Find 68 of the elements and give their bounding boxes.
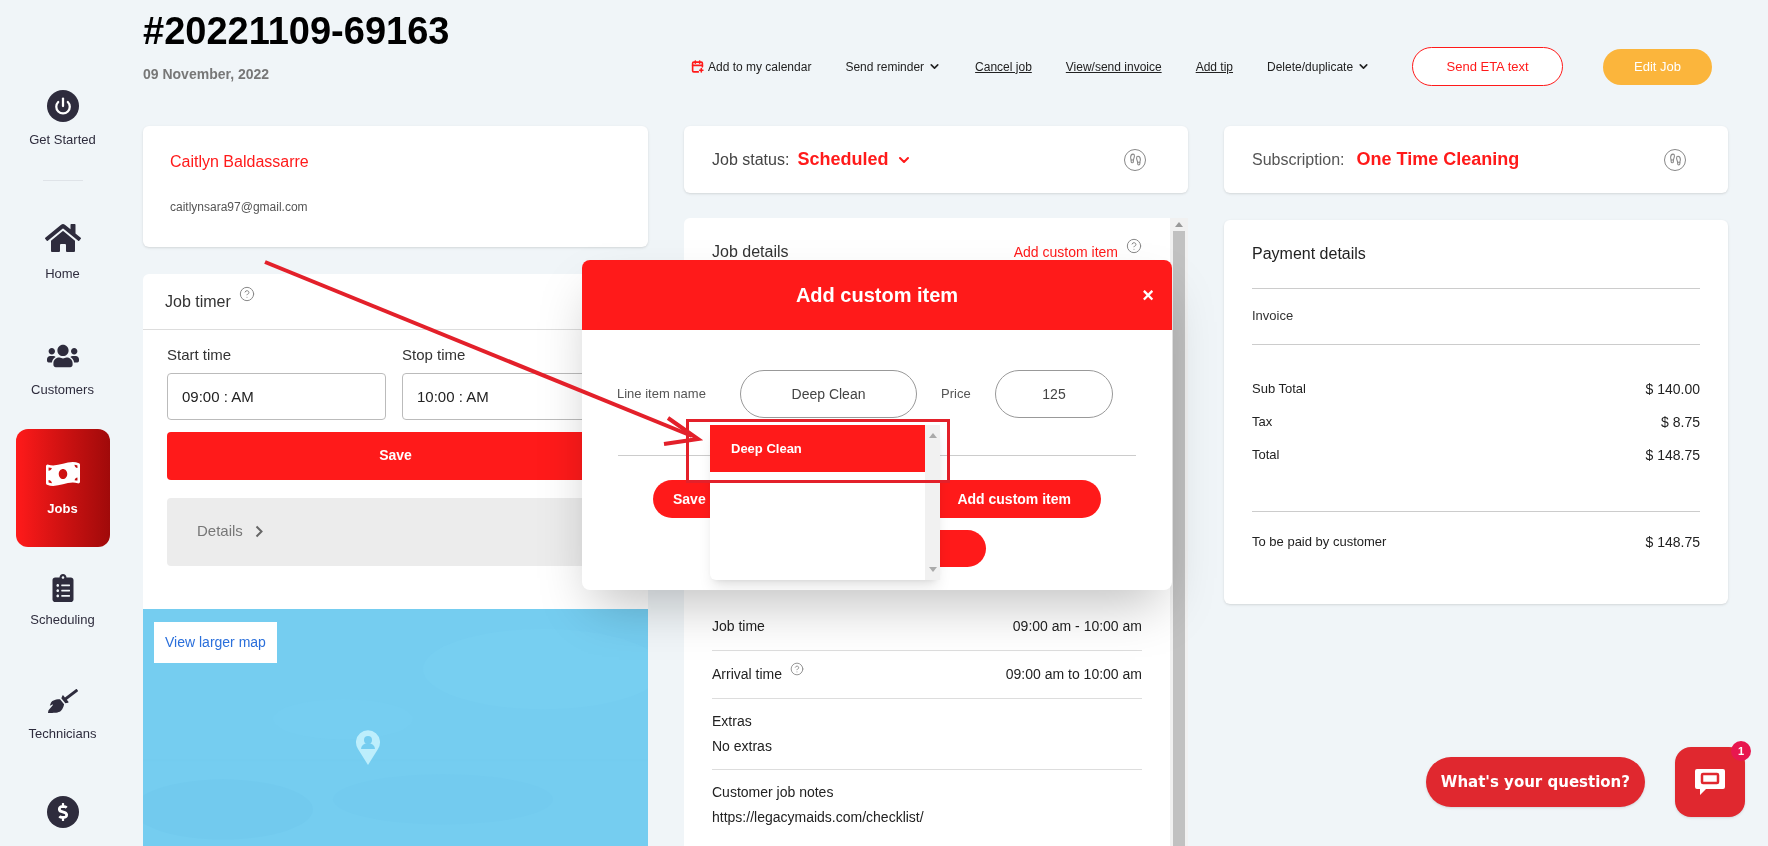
dialog-title: Add custom item [795,283,959,308]
job-status-dropdown[interactable]: Scheduled [797,146,913,173]
scroll-up-icon[interactable] [928,433,937,438]
dropdown-link[interactable]: Send reminder [845,57,942,76]
detail-value: https://legacymaids.com/checklist/ [712,808,925,827]
send-eta-button[interactable]: Send ETA text [1412,47,1564,86]
detail-label: Extras [712,712,752,731]
start-time-field[interactable]: 09:00 : AM [167,372,386,420]
invoice-label: Invoice [1252,307,1295,325]
job-status-label: Job status: [712,149,790,170]
job-date: 09 November, 2022 [143,64,271,84]
dollar-icon [46,796,79,828]
notification-badge: 1 [1731,741,1751,761]
subscription-value: One Time Cleaning [1356,148,1520,171]
scrollbar[interactable] [925,425,940,580]
calendar-link[interactable]: Add to my calendar [691,57,812,76]
line-item-name-field[interactable]: Deep Clean [740,370,917,418]
sidebar-item[interactable]: Customers [15,311,110,429]
payment-line-label: Tax [1252,413,1273,432]
help-icon[interactable] [790,661,804,676]
subscription-label: Subscription: [1252,149,1345,170]
help-icon[interactable] [1126,238,1142,254]
amount-due-value: $ 148.75 [1645,532,1700,552]
customer-name[interactable]: Caitlyn Baldassarre [170,150,621,174]
option-item[interactable]: Deep Clean [710,425,925,472]
sidebar-item[interactable]: Technicians [15,657,110,772]
payment-line-label: Total [1252,446,1280,465]
price-field[interactable]: 125 [995,370,1113,418]
amount-due-label: To be paid by customer [1252,533,1387,552]
detail-value: 09:00 am to 10:00 am [1005,665,1142,684]
power-icon [46,90,79,123]
sidebar-item[interactable]: Jobs [15,429,110,547]
chat-button[interactable] [1675,747,1745,817]
stop-time-label: Stop time [402,345,467,365]
payment-line-label: Sub Total [1252,380,1306,399]
customer-email: caitlynsara97@gmail.com [170,199,309,216]
detail-label: Job time [712,616,765,636]
chat-icon [1694,767,1726,797]
chevron-right-icon [254,525,263,538]
detail-value: No extras [712,737,773,756]
payment-line-value: $ 148.75 [1645,445,1700,465]
job-details-title: Job details [712,242,789,262]
price-label: Price [941,385,972,404]
map-pin-icon [355,728,381,765]
sidebar-item[interactable]: Get Started [15,72,110,168]
view-larger-map-link[interactable]: View larger map [154,621,277,663]
scrollbar[interactable] [1170,218,1188,846]
job-timer-title: Job timer [165,291,231,312]
action-link[interactable]: View/send invoice [1065,57,1162,76]
sidebar-item[interactable]: Scheduling [15,547,110,657]
dropdown-link[interactable]: Delete/duplicate [1267,57,1371,76]
chat-prompt[interactable]: What's your question? [1425,757,1645,807]
close-button[interactable]: × [1142,280,1154,310]
start-time-label: Start time [167,345,233,365]
detail-label: Customer job notes [712,783,834,802]
payment-title: Payment details [1252,244,1367,264]
detail-label: Arrival time [712,665,782,684]
action-link[interactable]: Cancel job [975,57,1032,76]
payment-line-value: $ 8.75 [1661,412,1700,432]
scroll-up-icon[interactable] [1175,222,1183,227]
payment-line-value: $ 140.00 [1645,379,1700,399]
job-number: #20221109-69163 [143,9,451,54]
detail-value: 09:00 am - 10:00 am [1012,616,1142,636]
calendar-icon [691,60,704,73]
sidebar-item[interactable]: Home [15,193,110,311]
add-custom-item-link[interactable]: Add custom item [1013,241,1118,263]
action-link[interactable]: Add tip [1195,57,1233,76]
help-icon[interactable] [238,285,255,302]
